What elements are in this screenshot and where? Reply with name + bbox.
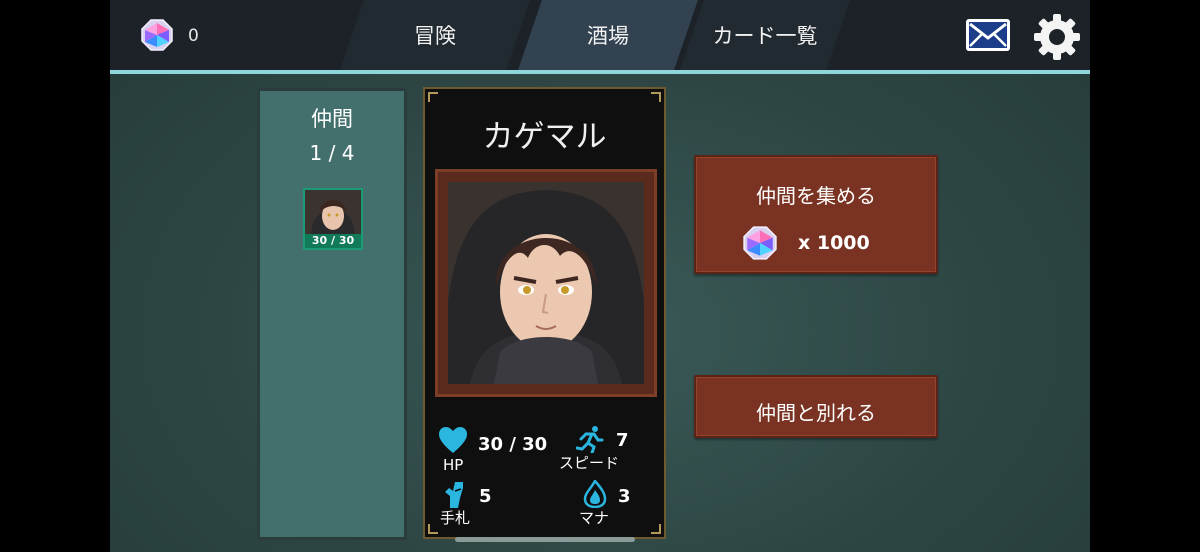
party-panel: 仲間 1 / 4 30 / 30: [257, 88, 407, 540]
tab-tavern[interactable]: 酒場: [518, 0, 698, 70]
portrait-frame: [435, 169, 657, 397]
hand-value: 5: [479, 486, 492, 507]
card-corner-ornament: [428, 92, 438, 102]
tab-tavern-label: 酒場: [587, 24, 629, 48]
dismiss-button[interactable]: 仲間と別れる: [694, 375, 938, 438]
tab-card-list[interactable]: カード一覧: [680, 0, 850, 70]
party-member-slot[interactable]: 30 / 30: [303, 188, 363, 250]
speed-value: 7: [616, 430, 629, 451]
recruit-button[interactable]: 仲間を集める x 1000: [694, 155, 938, 274]
dismiss-label: 仲間と別れる: [756, 401, 876, 425]
tab-card-list-label: カード一覧: [712, 24, 818, 48]
card-corner-ornament: [428, 524, 438, 534]
speed-label: スピード: [559, 454, 620, 472]
gem-count: 0: [188, 26, 199, 46]
hp-value: 30 / 30: [478, 434, 548, 455]
character-name: カゲマル: [482, 119, 607, 155]
hp-label: HP: [443, 456, 464, 474]
hand-label: 手札: [440, 509, 471, 527]
card-corner-ornament: [651, 524, 661, 534]
party-member-hp: 30 / 30: [305, 234, 361, 248]
running-icon: [576, 426, 604, 453]
party-member-portrait: [305, 190, 361, 236]
mana-label: マナ: [579, 509, 610, 527]
gem-icon: [743, 226, 777, 260]
gear-icon[interactable]: [1032, 12, 1082, 62]
party-count: 1 / 4: [309, 141, 355, 165]
tab-adventure[interactable]: 冒険: [340, 0, 530, 70]
recruit-label: 仲間を集める: [756, 184, 876, 208]
card-corner-ornament: [651, 92, 661, 102]
gem-icon: [141, 19, 173, 51]
party-title: 仲間: [311, 107, 353, 131]
home-indicator: [455, 537, 635, 542]
tab-adventure-label: 冒険: [414, 24, 456, 48]
top-bar: 0 冒険 酒場 カード一覧: [110, 0, 1090, 72]
tavern-screen: 0 冒険 酒場 カード一覧 仲間 1 / 4 30 / 30 カゲマル 30 /…: [110, 0, 1090, 552]
mana-value: 3: [618, 486, 631, 507]
character-portrait: [448, 182, 644, 384]
hand-icon: [445, 482, 463, 508]
heart-icon: [439, 427, 467, 453]
top-bar-divider: [110, 70, 1090, 74]
recruit-cost: x 1000: [798, 232, 870, 254]
character-card: カゲマル 30 / 30 HP 7 スピード 5 手札 3 マナ: [423, 87, 666, 539]
flame-icon: [583, 480, 607, 508]
mail-icon[interactable]: [964, 16, 1012, 54]
